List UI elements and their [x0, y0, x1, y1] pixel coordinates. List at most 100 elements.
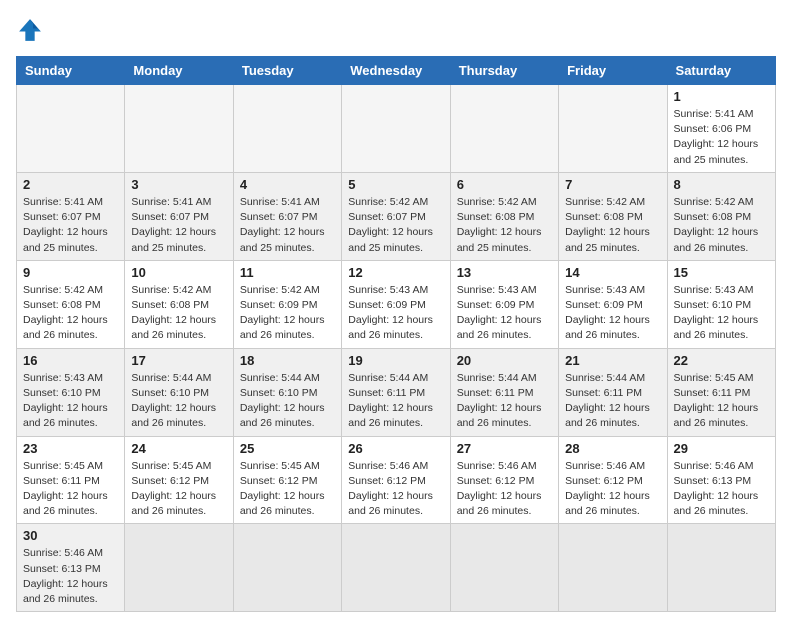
day-number: 21 [565, 353, 660, 368]
weekday-header-monday: Monday [125, 57, 233, 85]
day-number: 15 [674, 265, 769, 280]
day-info: Sunrise: 5:43 AM Sunset: 6:10 PM Dayligh… [23, 371, 118, 432]
calendar-day: 6 Sunrise: 5:42 AM Sunset: 6:08 PM Daylig… [450, 172, 558, 260]
day-info: Sunrise: 5:41 AM Sunset: 6:07 PM Dayligh… [240, 195, 335, 256]
day-number: 13 [457, 265, 552, 280]
day-info: Sunrise: 5:45 AM Sunset: 6:11 PM Dayligh… [674, 371, 769, 432]
day-number: 11 [240, 265, 335, 280]
day-info: Sunrise: 5:44 AM Sunset: 6:11 PM Dayligh… [348, 371, 443, 432]
weekday-header-wednesday: Wednesday [342, 57, 450, 85]
day-info: Sunrise: 5:42 AM Sunset: 6:08 PM Dayligh… [457, 195, 552, 256]
day-info: Sunrise: 5:41 AM Sunset: 6:07 PM Dayligh… [23, 195, 118, 256]
calendar-day: 12Sunrise: 5:43 AM Sunset: 6:09 PM Dayli… [342, 260, 450, 348]
calendar-week-6: 30 Sunrise: 5:46 AM Sunset: 6:13 PM Dayli… [17, 524, 776, 612]
day-number: 7 [565, 177, 660, 192]
day-number: 6 [457, 177, 552, 192]
day-info: Sunrise: 5:43 AM Sunset: 6:09 PM Dayligh… [457, 283, 552, 344]
calendar-day: 15 Sunrise: 5:43 AM Sunset: 6:10 PM Dayli… [667, 260, 775, 348]
day-info: Sunrise: 5:46 AM Sunset: 6:13 PM Dayligh… [23, 546, 118, 607]
day-info: Sunrise: 5:42 AM Sunset: 6:09 PM Dayligh… [240, 283, 335, 344]
calendar-week-1: 1Sunrise: 5:41 AM Sunset: 6:06 PM Daylig… [17, 85, 776, 173]
calendar-day: 7 Sunrise: 5:42 AM Sunset: 6:08 PM Daylig… [559, 172, 667, 260]
calendar-day: 24Sunrise: 5:45 AM Sunset: 6:12 PM Dayli… [125, 436, 233, 524]
day-info: Sunrise: 5:44 AM Sunset: 6:11 PM Dayligh… [457, 371, 552, 432]
calendar-day [450, 524, 558, 612]
calendar-day: 14Sunrise: 5:43 AM Sunset: 6:09 PM Dayli… [559, 260, 667, 348]
calendar-day: 29 Sunrise: 5:46 AM Sunset: 6:13 PM Dayli… [667, 436, 775, 524]
day-info: Sunrise: 5:46 AM Sunset: 6:13 PM Dayligh… [674, 459, 769, 520]
calendar-day: 9 Sunrise: 5:42 AM Sunset: 6:08 PM Daylig… [17, 260, 125, 348]
day-number: 30 [23, 528, 118, 543]
calendar-day [667, 524, 775, 612]
day-number: 20 [457, 353, 552, 368]
day-number: 17 [131, 353, 226, 368]
day-info: Sunrise: 5:45 AM Sunset: 6:12 PM Dayligh… [131, 459, 226, 520]
calendar-day: 23Sunrise: 5:45 AM Sunset: 6:11 PM Dayli… [17, 436, 125, 524]
day-info: Sunrise: 5:43 AM Sunset: 6:09 PM Dayligh… [348, 283, 443, 344]
calendar-day: 1Sunrise: 5:41 AM Sunset: 6:06 PM Daylig… [667, 85, 775, 173]
day-number: 19 [348, 353, 443, 368]
weekday-header-saturday: Saturday [667, 57, 775, 85]
day-number: 8 [674, 177, 769, 192]
day-info: Sunrise: 5:46 AM Sunset: 6:12 PM Dayligh… [348, 459, 443, 520]
calendar-day: 2 Sunrise: 5:41 AM Sunset: 6:07 PM Daylig… [17, 172, 125, 260]
day-info: Sunrise: 5:42 AM Sunset: 6:08 PM Dayligh… [131, 283, 226, 344]
calendar-week-4: 16Sunrise: 5:43 AM Sunset: 6:10 PM Dayli… [17, 348, 776, 436]
day-info: Sunrise: 5:42 AM Sunset: 6:08 PM Dayligh… [23, 283, 118, 344]
day-info: Sunrise: 5:43 AM Sunset: 6:10 PM Dayligh… [674, 283, 769, 344]
calendar-day: 13 Sunrise: 5:43 AM Sunset: 6:09 PM Dayli… [450, 260, 558, 348]
logo [16, 16, 48, 44]
day-number: 2 [23, 177, 118, 192]
day-number: 9 [23, 265, 118, 280]
day-number: 29 [674, 441, 769, 456]
calendar-day [17, 85, 125, 173]
calendar-day [125, 524, 233, 612]
calendar-day [233, 85, 341, 173]
day-info: Sunrise: 5:44 AM Sunset: 6:10 PM Dayligh… [240, 371, 335, 432]
calendar-day: 20 Sunrise: 5:44 AM Sunset: 6:11 PM Dayli… [450, 348, 558, 436]
generalblue-logo-icon [16, 16, 44, 44]
day-number: 4 [240, 177, 335, 192]
calendar-table: SundayMondayTuesdayWednesdayThursdayFrid… [16, 56, 776, 612]
day-info: Sunrise: 5:46 AM Sunset: 6:12 PM Dayligh… [457, 459, 552, 520]
day-info: Sunrise: 5:42 AM Sunset: 6:08 PM Dayligh… [674, 195, 769, 256]
day-number: 18 [240, 353, 335, 368]
calendar-day [559, 524, 667, 612]
weekday-header-row: SundayMondayTuesdayWednesdayThursdayFrid… [17, 57, 776, 85]
calendar-day [450, 85, 558, 173]
calendar-day [342, 85, 450, 173]
day-number: 10 [131, 265, 226, 280]
day-info: Sunrise: 5:45 AM Sunset: 6:11 PM Dayligh… [23, 459, 118, 520]
calendar-day [233, 524, 341, 612]
calendar-day: 4 Sunrise: 5:41 AM Sunset: 6:07 PM Daylig… [233, 172, 341, 260]
calendar-day: 16Sunrise: 5:43 AM Sunset: 6:10 PM Dayli… [17, 348, 125, 436]
day-number: 22 [674, 353, 769, 368]
day-info: Sunrise: 5:46 AM Sunset: 6:12 PM Dayligh… [565, 459, 660, 520]
day-info: Sunrise: 5:44 AM Sunset: 6:11 PM Dayligh… [565, 371, 660, 432]
calendar-day: 10 Sunrise: 5:42 AM Sunset: 6:08 PM Dayli… [125, 260, 233, 348]
calendar-week-5: 23Sunrise: 5:45 AM Sunset: 6:11 PM Dayli… [17, 436, 776, 524]
day-number: 5 [348, 177, 443, 192]
day-number: 14 [565, 265, 660, 280]
day-info: Sunrise: 5:42 AM Sunset: 6:07 PM Dayligh… [348, 195, 443, 256]
calendar-day: 25 Sunrise: 5:45 AM Sunset: 6:12 PM Dayli… [233, 436, 341, 524]
calendar-day [559, 85, 667, 173]
day-number: 1 [674, 89, 769, 104]
day-number: 3 [131, 177, 226, 192]
calendar-day: 18 Sunrise: 5:44 AM Sunset: 6:10 PM Dayli… [233, 348, 341, 436]
calendar-day: 3 Sunrise: 5:41 AM Sunset: 6:07 PM Daylig… [125, 172, 233, 260]
calendar-day: 17Sunrise: 5:44 AM Sunset: 6:10 PM Dayli… [125, 348, 233, 436]
calendar-day: 27Sunrise: 5:46 AM Sunset: 6:12 PM Dayli… [450, 436, 558, 524]
calendar-day: 30 Sunrise: 5:46 AM Sunset: 6:13 PM Dayli… [17, 524, 125, 612]
calendar-day: 19 Sunrise: 5:44 AM Sunset: 6:11 PM Dayli… [342, 348, 450, 436]
day-info: Sunrise: 5:45 AM Sunset: 6:12 PM Dayligh… [240, 459, 335, 520]
day-number: 28 [565, 441, 660, 456]
calendar-day: 21 Sunrise: 5:44 AM Sunset: 6:11 PM Dayli… [559, 348, 667, 436]
calendar-week-3: 9 Sunrise: 5:42 AM Sunset: 6:08 PM Daylig… [17, 260, 776, 348]
page-header [16, 16, 776, 44]
day-info: Sunrise: 5:41 AM Sunset: 6:07 PM Dayligh… [131, 195, 226, 256]
calendar-day: 5 Sunrise: 5:42 AM Sunset: 6:07 PM Daylig… [342, 172, 450, 260]
day-number: 25 [240, 441, 335, 456]
day-info: Sunrise: 5:42 AM Sunset: 6:08 PM Dayligh… [565, 195, 660, 256]
weekday-header-thursday: Thursday [450, 57, 558, 85]
